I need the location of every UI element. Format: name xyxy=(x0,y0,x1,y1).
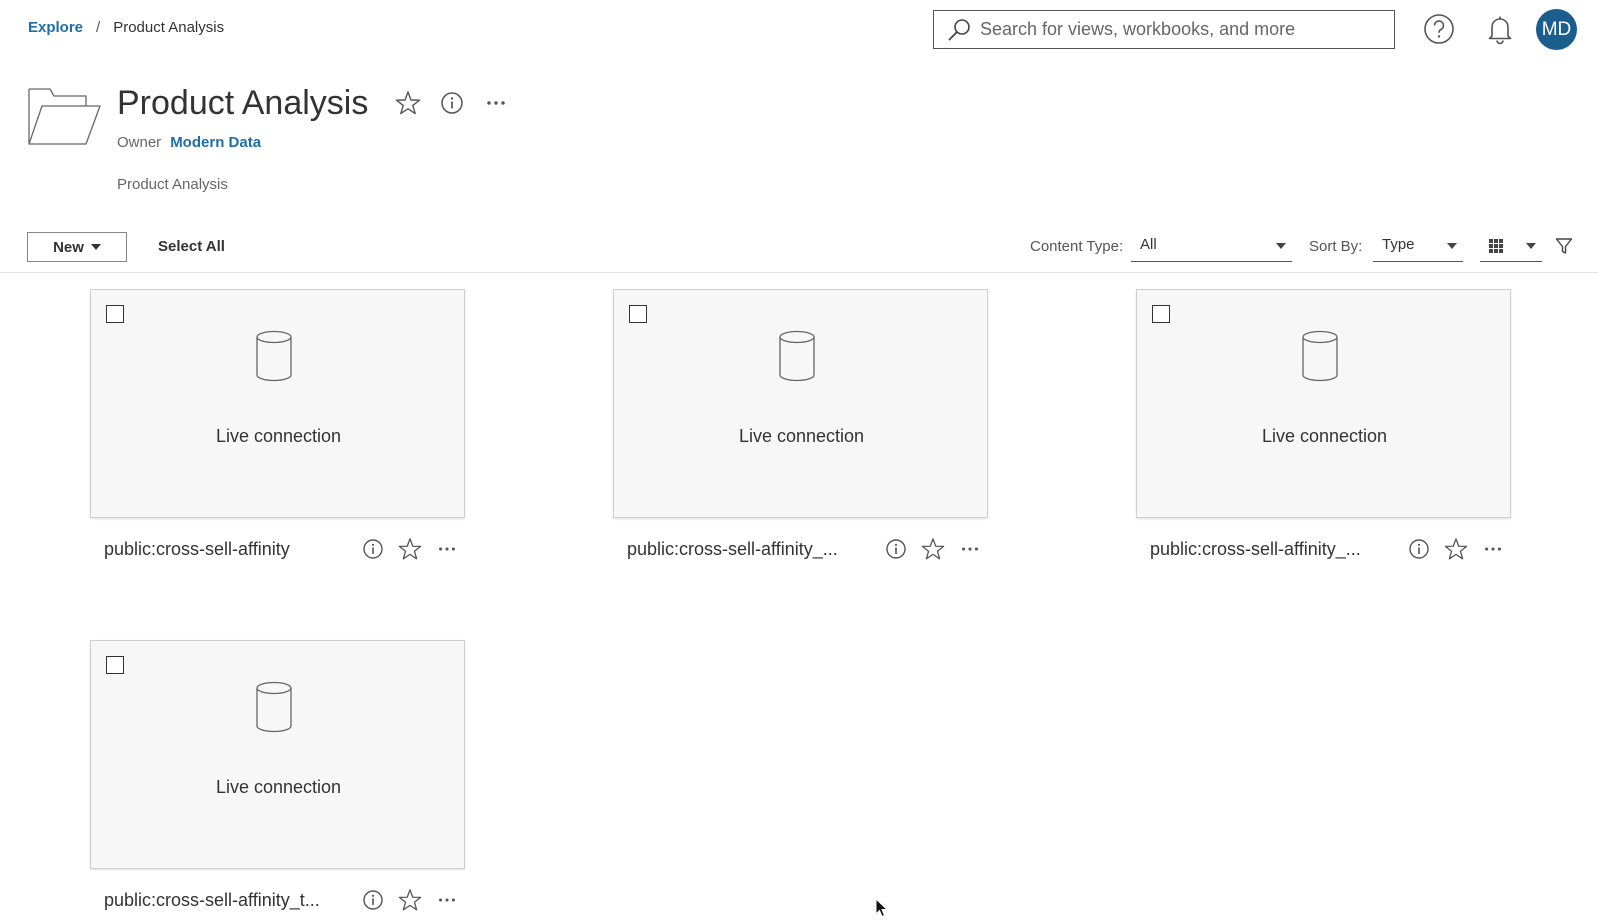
breadcrumb-explore[interactable]: Explore xyxy=(28,19,83,36)
search-box[interactable] xyxy=(933,10,1395,49)
caret-down-icon xyxy=(90,244,101,250)
card-more-button[interactable] xyxy=(1480,536,1506,562)
filter-icon xyxy=(1555,238,1573,254)
more-actions-button[interactable] xyxy=(483,90,509,116)
star-icon xyxy=(395,91,421,115)
star-icon xyxy=(1444,538,1468,560)
card-checkbox[interactable] xyxy=(629,305,647,323)
card-favorite-button[interactable] xyxy=(397,887,423,913)
star-icon xyxy=(921,538,945,560)
connection-status: Live connection xyxy=(215,426,342,446)
sort-by-label: Sort By: xyxy=(1309,238,1363,255)
caret-down-icon xyxy=(1276,243,1286,249)
content-toolbar: New Select All Content Type: All Sort By… xyxy=(0,226,1598,273)
content-type-dropdown[interactable]: All xyxy=(1131,231,1292,262)
more-icon xyxy=(439,898,455,902)
grid-view-icon xyxy=(1489,239,1503,253)
page-title: Product Analysis xyxy=(117,84,369,122)
card-thumbnail[interactable]: Live connection xyxy=(1136,289,1511,518)
card-name[interactable]: public:cross-sell-affinity_... xyxy=(627,539,872,560)
bell-icon xyxy=(1488,16,1512,45)
more-icon xyxy=(1485,547,1501,551)
new-button-label: New xyxy=(53,238,84,256)
database-icon xyxy=(1302,330,1338,382)
card-footer: public:cross-sell-affinity_... xyxy=(1150,534,1508,564)
info-icon xyxy=(441,92,463,114)
card-more-button[interactable] xyxy=(434,887,460,913)
card-more-button[interactable] xyxy=(957,536,983,562)
connection-status: Live connection xyxy=(215,777,342,797)
breadcrumb-separator: / xyxy=(96,19,101,36)
notifications-button[interactable] xyxy=(1483,12,1517,46)
sort-by-value: Type xyxy=(1382,236,1415,253)
card-info-button[interactable] xyxy=(1406,536,1432,562)
filter-button[interactable] xyxy=(1555,237,1573,260)
search-input[interactable] xyxy=(980,19,1394,40)
database-icon xyxy=(779,330,815,382)
card-info-button[interactable] xyxy=(883,536,909,562)
database-icon xyxy=(256,330,292,382)
owner-link[interactable]: Modern Data xyxy=(170,134,261,151)
mouse-cursor-icon xyxy=(875,897,889,923)
owner-label: Owner xyxy=(117,134,162,151)
caret-down-icon xyxy=(1526,243,1536,249)
title-actions xyxy=(395,90,527,116)
owner-row: Owner Modern Data xyxy=(117,134,261,151)
more-icon xyxy=(962,547,978,551)
breadcrumb: Explore / Product Analysis xyxy=(28,19,224,36)
card-info-button[interactable] xyxy=(360,887,386,913)
more-icon xyxy=(487,101,505,105)
connection-status: Live connection xyxy=(738,426,865,446)
star-icon xyxy=(398,889,422,911)
select-all-button[interactable]: Select All xyxy=(158,238,225,255)
connection-status: Live connection xyxy=(1261,426,1388,446)
new-button[interactable]: New xyxy=(27,232,127,262)
details-button[interactable] xyxy=(439,90,465,116)
card-favorite-button[interactable] xyxy=(920,536,946,562)
card-thumbnail[interactable]: Live connection xyxy=(90,289,465,518)
card-name[interactable]: public:cross-sell-affinity xyxy=(104,539,349,560)
favorite-button[interactable] xyxy=(395,90,421,116)
info-icon xyxy=(886,539,906,559)
project-header: Product Analysis Owner Modern Data Produ… xyxy=(0,80,1598,210)
content-type-value: All xyxy=(1140,236,1157,253)
card-favorite-button[interactable] xyxy=(397,536,423,562)
caret-down-icon xyxy=(1447,243,1457,249)
user-avatar[interactable]: MD xyxy=(1536,9,1577,50)
info-icon xyxy=(363,890,383,910)
info-icon xyxy=(1409,539,1429,559)
card-name[interactable]: public:cross-sell-affinity_t... xyxy=(104,890,349,911)
card-more-button[interactable] xyxy=(434,536,460,562)
view-mode-dropdown[interactable] xyxy=(1480,231,1542,262)
sort-by-dropdown[interactable]: Type xyxy=(1373,231,1463,262)
star-icon xyxy=(398,538,422,560)
card-info-button[interactable] xyxy=(360,536,386,562)
folder-icon xyxy=(28,88,102,151)
card-thumbnail[interactable]: Live connection xyxy=(90,640,465,869)
card-thumbnail[interactable]: Live connection xyxy=(613,289,988,518)
card-footer: public:cross-sell-affinity xyxy=(104,534,462,564)
card-name[interactable]: public:cross-sell-affinity_... xyxy=(1150,539,1395,560)
card-footer: public:cross-sell-affinity_... xyxy=(627,534,985,564)
help-button[interactable] xyxy=(1422,12,1456,46)
content-type-label: Content Type: xyxy=(1030,238,1124,255)
card-checkbox[interactable] xyxy=(106,656,124,674)
card-favorite-button[interactable] xyxy=(1443,536,1469,562)
search-icon xyxy=(948,18,970,41)
database-icon xyxy=(256,681,292,733)
breadcrumb-current: Product Analysis xyxy=(113,19,225,36)
info-icon xyxy=(363,539,383,559)
card-checkbox[interactable] xyxy=(106,305,124,323)
more-icon xyxy=(439,547,455,551)
card-footer: public:cross-sell-affinity_t... xyxy=(104,885,462,915)
top-bar: Explore / Product Analysis MD xyxy=(0,0,1598,58)
card-checkbox[interactable] xyxy=(1152,305,1170,323)
help-icon xyxy=(1424,14,1454,44)
project-description: Product Analysis xyxy=(117,176,228,193)
